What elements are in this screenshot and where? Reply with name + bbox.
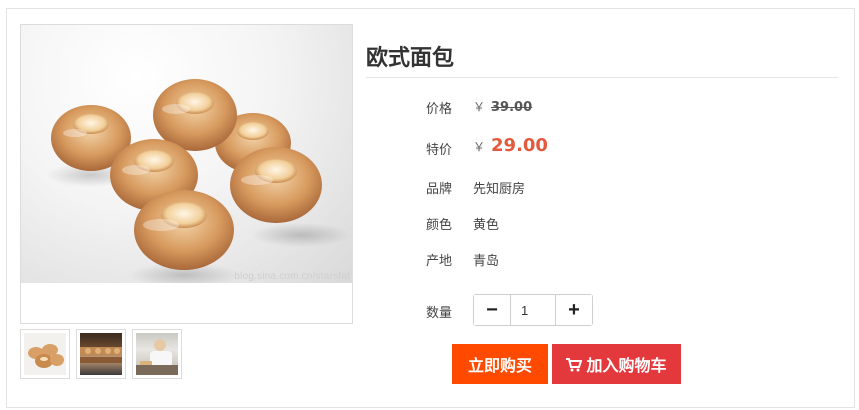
thumbnail-baker[interactable] [132, 329, 182, 379]
thumbnail-bundt-cakes[interactable] [20, 329, 70, 379]
quantity-increase-button[interactable]: + [556, 295, 592, 325]
currency-symbol: ￥ [473, 100, 486, 114]
sale-price: ￥ 29.00 [473, 135, 548, 156]
thumbnail-image [24, 333, 66, 375]
buy-now-label: 立即购买 [467, 356, 532, 375]
quantity-label: 数量 [426, 306, 453, 321]
currency-symbol: ￥ [473, 140, 486, 154]
photo-watermark: blog.sina.com.cn/starsfat [234, 271, 350, 282]
quantity-input[interactable] [510, 295, 556, 325]
main-product-image: blog.sina.com.cn/starsfat [20, 24, 353, 324]
sale-price-label: 特价 [426, 143, 453, 158]
brand-value: 先知厨房 [473, 182, 526, 197]
quantity-decrease-button[interactable]: − [474, 295, 510, 325]
color-label: 颜色 [426, 218, 453, 233]
sale-price-value: 29.00 [491, 135, 548, 156]
shopping-cart-icon [566, 357, 583, 372]
origin-label: 产地 [426, 254, 453, 269]
buy-now-button[interactable]: 立即购买 [452, 344, 548, 384]
product-title: 欧式面包 [366, 46, 455, 71]
add-to-cart-label: 加入购物车 [586, 356, 667, 375]
thumbnail-image [80, 333, 122, 375]
original-price: ￥ 39.00 [473, 98, 532, 115]
price-label: 价格 [426, 102, 453, 117]
thumbnail-bakery-display[interactable] [76, 329, 126, 379]
original-price-value: 39.00 [491, 100, 533, 115]
title-divider [366, 77, 838, 78]
origin-value: 青岛 [473, 254, 500, 269]
add-to-cart-button[interactable]: 加入购物车 [552, 344, 681, 384]
thumbnail-image [136, 333, 178, 375]
color-value: 黄色 [473, 218, 500, 233]
product-photo: blog.sina.com.cn/starsfat [21, 25, 352, 283]
quantity-stepper: − + [473, 294, 593, 326]
brand-label: 品牌 [426, 182, 453, 197]
